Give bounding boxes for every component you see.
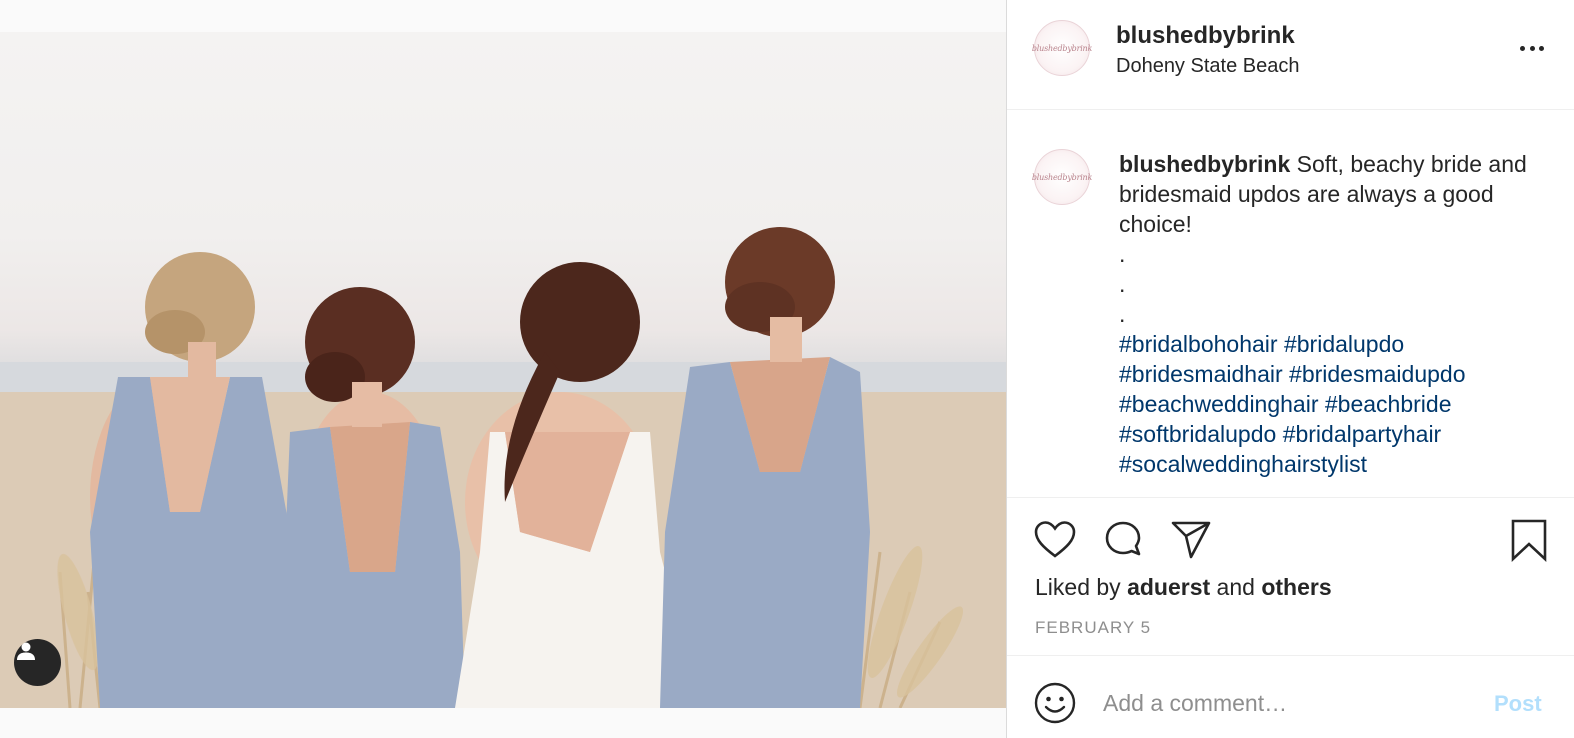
caption-dot: . <box>1119 301 1126 327</box>
heart-icon <box>1034 521 1076 558</box>
liked-by-text: Liked by aduerst and others <box>1035 574 1332 601</box>
caption-dot: . <box>1119 271 1126 297</box>
user-tag-button[interactable] <box>14 639 61 686</box>
hashtag-link[interactable]: #bridalupdo <box>1284 331 1404 357</box>
comment-input[interactable] <box>1103 685 1473 721</box>
more-options-button[interactable] <box>1517 38 1547 58</box>
header-username[interactable]: blushedbybrink <box>1116 22 1295 50</box>
caption-username[interactable]: blushedbybrink <box>1119 151 1290 177</box>
caption-dot: . <box>1119 241 1126 267</box>
caption-avatar[interactable]: blushedbybrink <box>1031 149 1093 205</box>
photo-illustration <box>0 227 1006 708</box>
comment-icon <box>1105 521 1141 556</box>
bookmark-icon <box>1511 519 1547 563</box>
caption-text: blushedbybrink Soft, beachy bride and br… <box>1119 149 1539 479</box>
liked-by-others[interactable]: others <box>1261 574 1331 600</box>
post-photo[interactable] <box>0 32 1006 708</box>
hashtag-link[interactable]: #softbridalupdo <box>1119 421 1276 447</box>
comment-button[interactable] <box>1101 518 1145 562</box>
bridesmaid-2 <box>285 287 465 708</box>
avatar-logo-text: blushedbybrink <box>1031 43 1093 53</box>
caption-area: blushedbybrink blushedbybrink Soft, beac… <box>1007 111 1574 498</box>
post-header: blushedbybrink blushedbybrink Doheny Sta… <box>1007 0 1574 110</box>
bridesmaid-3 <box>660 227 870 708</box>
user-icon <box>17 642 35 660</box>
liked-by-prefix: Liked by <box>1035 574 1121 600</box>
post-side-panel: blushedbybrink blushedbybrink Doheny Sta… <box>1006 0 1574 738</box>
post-actions: Liked by aduerst and others FEBRUARY 5 <box>1007 498 1574 656</box>
post-media-panel <box>0 0 1006 738</box>
hashtag-link[interactable]: #bridesmaidhair <box>1119 361 1283 387</box>
paper-plane-icon <box>1171 521 1211 559</box>
hashtag-link[interactable]: #bridalbohohair <box>1119 331 1278 357</box>
hashtag-link[interactable]: #socalweddinghairstylist <box>1119 451 1367 477</box>
save-button[interactable] <box>1507 518 1551 563</box>
hashtag-link[interactable]: #beachbride <box>1325 391 1452 417</box>
header-location[interactable]: Doheny State Beach <box>1116 55 1299 78</box>
bridesmaid-1 <box>90 252 300 708</box>
post-comment-button[interactable]: Post <box>1494 691 1542 717</box>
emoji-button[interactable] <box>1033 681 1077 725</box>
like-button[interactable] <box>1033 518 1077 562</box>
avatar-logo-text: blushedbybrink <box>1031 172 1093 182</box>
emoji-icon <box>1034 682 1076 724</box>
liked-by-user[interactable]: aduerst <box>1127 574 1210 600</box>
liked-by-conjunction: and <box>1216 574 1255 600</box>
avatar[interactable]: blushedbybrink <box>1031 20 1093 76</box>
comment-bar: Post <box>1007 657 1574 738</box>
hashtag-link[interactable]: #bridalpartyhair <box>1283 421 1442 447</box>
post-date[interactable]: FEBRUARY 5 <box>1035 618 1151 638</box>
hashtag-link[interactable]: #bridesmaidupdo <box>1289 361 1465 387</box>
more-dots-icon <box>1520 45 1544 51</box>
hashtag-link[interactable]: #beachweddinghair <box>1119 391 1319 417</box>
hashtag-list: #bridalbohohair #bridalupdo #bridesmaidh… <box>1119 331 1465 477</box>
share-button[interactable] <box>1169 518 1213 562</box>
